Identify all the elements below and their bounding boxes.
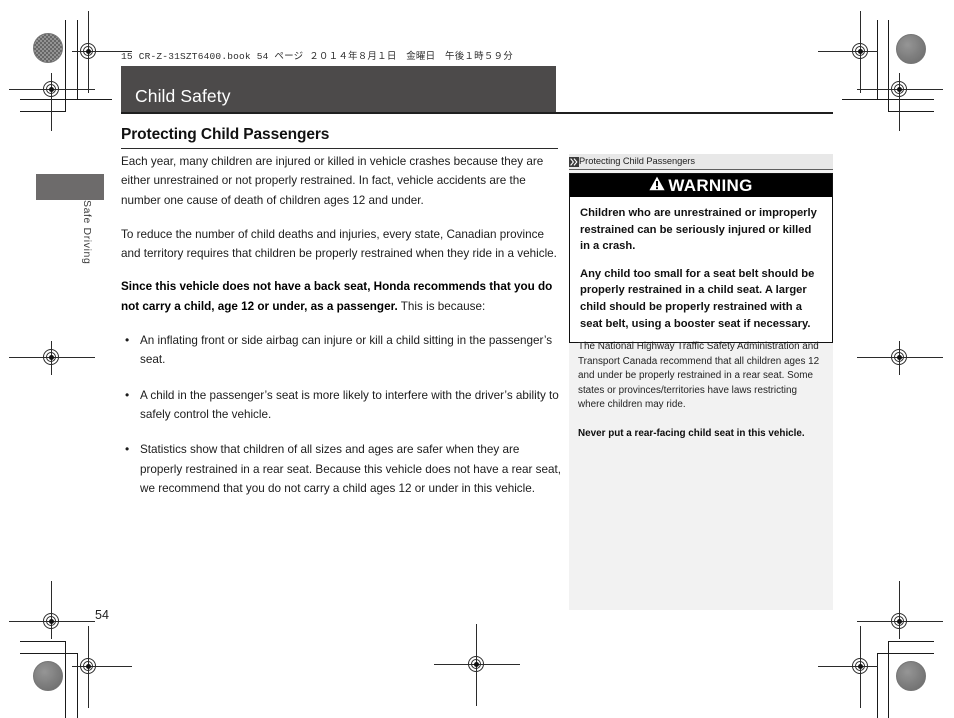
warning-title-bar: WARNING (570, 174, 832, 197)
crop-mark-bl-v2 (77, 653, 79, 718)
crop-mark-br-v2 (877, 653, 879, 718)
halftone-dot-top-right (896, 34, 926, 64)
warning-triangle-icon (649, 176, 665, 196)
registration-crosshair-left-upper (9, 73, 95, 131)
crop-mark-tl-h2 (20, 111, 66, 113)
sidebar-note: The National Highway Traffic Safety Admi… (578, 340, 826, 442)
crop-mark-bl-v (65, 641, 67, 718)
crop-mark-br-v (888, 641, 890, 718)
body-paragraph-3: Since this vehicle does not have a back … (121, 277, 561, 316)
sidebar-note-text: The National Highway Traffic Safety Admi… (578, 341, 820, 411)
registration-crosshair-left-middle (9, 341, 95, 375)
list-item: An inflating front or side airbag can in… (121, 331, 561, 370)
registration-crosshair-bottom-left (72, 626, 132, 708)
warning-body: Children who are unrestrained or imprope… (570, 197, 832, 342)
body-bullet-list: An inflating front or side airbag can in… (121, 331, 561, 498)
warning-paragraph-2: Any child too small for a seat belt shou… (580, 267, 815, 330)
warning-box: WARNING Children who are unrestrained or… (569, 173, 833, 344)
registration-crosshair-right-lower (857, 581, 943, 639)
sidebar-reference-header: Protecting Child Passengers (569, 154, 833, 170)
chapter-title: Child Safety (135, 86, 231, 106)
warning-paragraph-1: Children who are unrestrained or imprope… (580, 207, 817, 253)
crop-mark-tl-h (20, 99, 112, 101)
crop-mark-br-h2 (877, 653, 934, 655)
registration-crosshair-right-upper (857, 73, 943, 131)
halftone-dot-bottom-right (896, 661, 926, 691)
crop-mark-tr-v2 (877, 20, 879, 100)
body-paragraph-3-bold: Since this vehicle does not have a back … (121, 280, 553, 313)
warning-title: WARNING (668, 176, 753, 195)
registration-crosshair-bottom-center (434, 624, 520, 706)
main-body-column: Each year, many children are injured or … (121, 152, 561, 514)
registration-crosshair-top-right (818, 11, 878, 93)
print-job-header: 15 CR-Z-31SZT6400.book 54 ページ ２０１４年８月１日 … (121, 51, 513, 62)
halftone-dot-top-left (33, 33, 63, 63)
list-item: Statistics show that children of all siz… (121, 440, 561, 498)
halftone-dot-bottom-left (33, 661, 63, 691)
page-title: Protecting Child Passengers (121, 126, 330, 143)
body-paragraph-2: To reduce the number of child deaths and… (121, 227, 557, 261)
crop-mark-tr-h (842, 99, 934, 101)
crop-mark-tl-v (65, 20, 67, 112)
crop-mark-tr-v (888, 20, 890, 112)
crop-mark-tr-h2 (888, 111, 934, 113)
crop-mark-bl-h2 (20, 653, 78, 655)
crop-mark-br-h (888, 641, 934, 643)
sidebar-reference-label: Protecting Child Passengers (579, 155, 695, 166)
chapter-underline (121, 112, 833, 114)
body-paragraph-3-rest: This is because: (397, 299, 486, 313)
crop-mark-tl-v2 (77, 20, 79, 100)
side-tab-marker (36, 174, 104, 200)
reference-mark-icon (569, 156, 579, 167)
page-number: 54 (95, 608, 109, 622)
chapter-title-bar: Child Safety (121, 66, 556, 112)
section-divider (121, 148, 558, 150)
body-paragraph-1: Each year, many children are injured or … (121, 155, 544, 207)
registration-crosshair-bottom-right (818, 626, 878, 708)
registration-crosshair-left-lower (9, 581, 95, 639)
sidebar-note-bold: Never put a rear-facing child seat in th… (578, 427, 805, 439)
list-item: A child in the passenger’s seat is more … (121, 386, 561, 425)
registration-crosshair-top-left (72, 11, 132, 93)
side-tab-label: Safe Driving (81, 200, 93, 265)
registration-crosshair-right-middle (857, 341, 943, 375)
crop-mark-bl-h (20, 641, 66, 643)
